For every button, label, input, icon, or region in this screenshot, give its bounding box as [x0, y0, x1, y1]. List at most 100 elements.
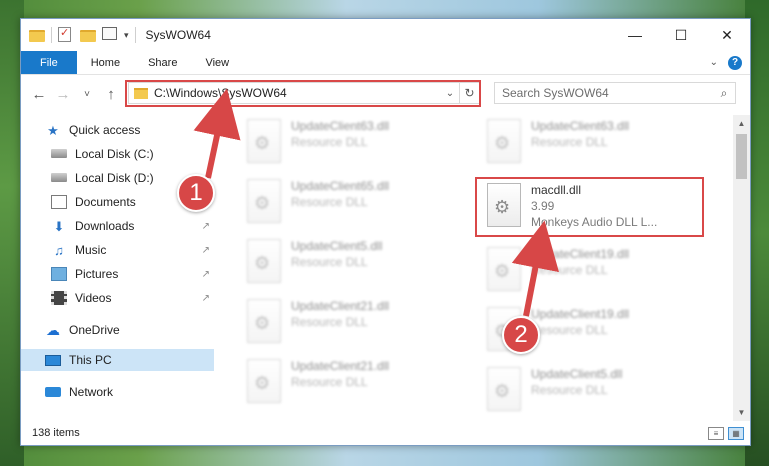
- sidebar-item-label: Videos: [75, 291, 112, 305]
- details-view-icon[interactable]: ≡: [708, 426, 724, 440]
- file-type: Resource DLL: [291, 195, 368, 209]
- file-name: UpdateClient63.dll: [291, 119, 390, 133]
- tab-share[interactable]: Share: [134, 51, 191, 74]
- sidebar-item-label: This PC: [69, 353, 112, 367]
- onedrive-icon: ☁: [46, 322, 60, 338]
- file-tile[interactable]: ⚙ UpdateClient21.dll Resource DLL: [241, 295, 471, 353]
- this-pc-icon: [45, 354, 61, 366]
- file-tile[interactable]: ⚙ UpdateClient5.dll Resource DLL: [481, 363, 711, 421]
- star-icon: ★: [47, 123, 59, 138]
- file-name: UpdateClient21.dll: [291, 359, 390, 373]
- close-button[interactable]: ✕: [704, 19, 750, 51]
- vertical-scrollbar[interactable]: ▲ ▼: [733, 115, 750, 421]
- search-icon[interactable]: ⌕: [713, 86, 735, 101]
- sidebar-item-quick-access[interactable]: ★ Quick access: [21, 119, 214, 141]
- pin-icon[interactable]: ↗: [202, 293, 210, 304]
- file-tile[interactable]: ⚙ UpdateClient21.dll Resource DLL: [241, 355, 471, 413]
- window-controls: — ☐ ✕: [612, 19, 750, 51]
- maximize-button[interactable]: ☐: [658, 19, 704, 51]
- file-type: Resource DLL: [291, 315, 368, 329]
- sidebar-item-music[interactable]: ♫ Music ↗: [21, 239, 214, 261]
- pin-icon[interactable]: ↗: [202, 245, 210, 256]
- dll-file-icon: ⚙: [487, 247, 521, 291]
- disk-icon: [51, 147, 67, 161]
- file-tile[interactable]: ⚙ UpdateClient63.dll Resource DLL: [241, 115, 471, 173]
- navigation-pane: ★ Quick access Local Disk (C:) Local Dis…: [21, 115, 214, 421]
- file-type: Resource DLL: [531, 135, 608, 149]
- quick-access-toolbar: ▾: [21, 26, 136, 43]
- file-type: Resource DLL: [291, 375, 368, 389]
- sidebar-item-local-disk-c[interactable]: Local Disk (C:): [21, 143, 214, 165]
- downloads-icon: ⬇: [53, 219, 65, 234]
- search-input[interactable]: Search SysWOW64 ⌕: [494, 82, 736, 104]
- up-button[interactable]: ↑: [99, 86, 123, 103]
- file-tile[interactable]: ⚙ UpdateClient63.dll Resource DLL: [481, 115, 711, 173]
- file-type: Resource DLL: [291, 135, 368, 149]
- sidebar-item-label: Quick access: [69, 123, 141, 137]
- file-tile[interactable]: ⚙ UpdateClient19.dll Resource DLL: [481, 243, 711, 301]
- pin-icon[interactable]: ↗: [202, 221, 210, 232]
- scroll-down-arrow-icon[interactable]: ▼: [733, 404, 750, 421]
- disk-icon: [51, 171, 67, 185]
- sidebar-item-label: Downloads: [75, 219, 135, 233]
- dll-file-icon: ⚙: [247, 359, 281, 403]
- file-name: UpdateClient19.dll: [531, 247, 630, 261]
- tab-home[interactable]: Home: [77, 51, 134, 74]
- file-list: ⚙ UpdateClient63.dll Resource DLL ⚙ Updat…: [235, 115, 732, 421]
- sidebar-item-pictures[interactable]: Pictures ↗: [21, 263, 214, 285]
- back-button[interactable]: ←: [27, 86, 51, 103]
- callout-badge-2: 2: [502, 316, 540, 354]
- forward-button[interactable]: →: [51, 86, 75, 103]
- file-name: UpdateClient5.dll: [531, 367, 623, 381]
- dll-file-icon: ⚙: [247, 179, 281, 223]
- toolbar-divider: [134, 27, 136, 43]
- item-count: 138 items: [32, 427, 80, 439]
- pictures-icon: [51, 267, 67, 281]
- recent-locations-button[interactable]: ˅: [75, 89, 99, 100]
- window-title: SysWOW64: [145, 28, 211, 42]
- new-folder-icon[interactable]: [80, 27, 96, 43]
- network-icon: [45, 387, 61, 397]
- pin-icon[interactable]: ↗: [202, 269, 210, 280]
- dll-file-icon: ⚙: [487, 119, 521, 163]
- folder-icon: [29, 27, 45, 43]
- title-bar: ▾ SysWOW64 — ☐ ✕: [21, 19, 750, 51]
- file-name: UpdateClient21.dll: [291, 299, 390, 313]
- status-bar: 138 items ≡ ▦: [21, 421, 750, 445]
- sidebar-item-videos[interactable]: Videos ↗: [21, 287, 214, 309]
- chevron-down-icon[interactable]: ⌄: [710, 57, 718, 68]
- properties-icon[interactable]: [102, 27, 118, 43]
- videos-icon: [51, 291, 67, 305]
- file-name: UpdateClient19.dll: [531, 307, 630, 321]
- sidebar-item-label: Pictures: [75, 267, 119, 281]
- file-type: Resource DLL: [531, 263, 608, 277]
- sidebar-item-onedrive[interactable]: ☁ OneDrive: [21, 319, 214, 341]
- sidebar-item-this-pc[interactable]: This PC: [21, 349, 214, 371]
- file-type: Resource DLL: [531, 323, 608, 337]
- tab-view[interactable]: View: [191, 51, 243, 74]
- file-name: UpdateClient5.dll: [291, 239, 383, 253]
- macdll-file-highlight: [475, 177, 704, 237]
- sidebar-item-label: Network: [69, 385, 114, 399]
- properties-check-icon[interactable]: [58, 26, 74, 43]
- sidebar-item-label: OneDrive: [69, 323, 120, 337]
- scrollbar-thumb[interactable]: [736, 134, 747, 179]
- file-type: Resource DLL: [291, 255, 368, 269]
- minimize-button[interactable]: —: [612, 19, 658, 51]
- toolbar-divider: [51, 27, 52, 43]
- tiles-view-icon[interactable]: ▦: [728, 426, 744, 440]
- dll-file-icon: ⚙: [247, 299, 281, 343]
- file-tile[interactable]: ⚙ UpdateClient5.dll Resource DLL: [241, 235, 471, 293]
- customize-toolbar-chevron-icon[interactable]: ▾: [124, 30, 129, 41]
- scroll-up-arrow-icon[interactable]: ▲: [733, 115, 750, 132]
- file-name: UpdateClient65.dll: [291, 179, 390, 193]
- sidebar-item-network[interactable]: Network: [21, 381, 214, 403]
- sidebar-item-label: Local Disk (C:): [75, 147, 154, 161]
- help-icon[interactable]: ?: [728, 55, 742, 70]
- sidebar-item-label: Local Disk (D:): [75, 171, 154, 185]
- tab-file[interactable]: File: [21, 51, 77, 74]
- file-tile[interactable]: ⚙ UpdateClient65.dll Resource DLL: [241, 175, 471, 233]
- sidebar-item-label: Documents: [75, 195, 136, 209]
- sidebar-item-downloads[interactable]: ⬇ Downloads ↗: [21, 215, 214, 237]
- dll-file-icon: ⚙: [487, 367, 521, 411]
